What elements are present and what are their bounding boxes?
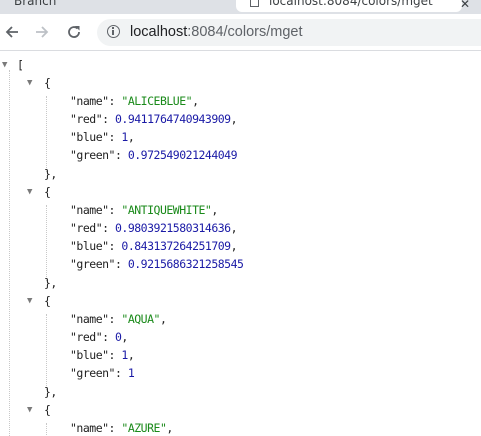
value-green: 1 bbox=[127, 366, 135, 380]
json-line: }, bbox=[44, 167, 57, 181]
browser-toolbar: localhost:8084/colors/mget bbox=[0, 14, 481, 51]
address-bar[interactable]: localhost:8084/colors/mget bbox=[97, 19, 481, 46]
json-line: "green": 0.9215686321258545 bbox=[70, 257, 244, 271]
indent-guide bbox=[46, 423, 47, 436]
json-line: { bbox=[44, 76, 51, 90]
value-blue: 1 bbox=[121, 130, 128, 144]
collapse-caret-icon[interactable]: ▼ bbox=[2, 56, 7, 74]
value-blue: 1 bbox=[121, 348, 128, 362]
back-button[interactable] bbox=[0, 20, 24, 44]
json-line: "name": "AQUA", bbox=[70, 312, 167, 326]
json-line: "name": "ALICEBLUE", bbox=[70, 94, 199, 108]
value-name: "ANTIQUEWHITE" bbox=[121, 203, 212, 217]
tab-colors-mget[interactable]: localhost:8084/colors/mget bbox=[236, 0, 462, 12]
reload-button[interactable] bbox=[62, 20, 86, 44]
json-line: "name": "AZURE", bbox=[70, 421, 173, 435]
json-line: "green": 0.972549021244049 bbox=[70, 148, 238, 162]
json-line: { bbox=[44, 403, 51, 417]
tab-branch[interactable]: Branch bbox=[14, 0, 224, 12]
json-line: "name": "ANTIQUEWHITE", bbox=[70, 203, 218, 217]
collapse-caret-icon[interactable]: ▼ bbox=[27, 292, 32, 310]
value-green: 0.972549021244049 bbox=[127, 148, 238, 162]
url-path: :8084/colors/mget bbox=[187, 24, 303, 40]
collapse-caret-icon[interactable]: ▼ bbox=[27, 74, 32, 92]
json-line: "red": 0.9803921580314636, bbox=[70, 221, 238, 235]
json-viewer: ▼ ▼ ▼ ▼ ▼ [ { "name": "ALICEBLUE", "red"… bbox=[0, 52, 481, 436]
json-line: { bbox=[44, 185, 51, 199]
collapse-caret-icon[interactable]: ▼ bbox=[27, 183, 32, 201]
value-blue: 0.843137264251709 bbox=[121, 239, 231, 253]
close-icon[interactable]: ✕ bbox=[460, 0, 470, 11]
forward-button[interactable] bbox=[30, 20, 54, 44]
info-icon[interactable] bbox=[107, 25, 120, 38]
open-bracket: [ bbox=[17, 58, 24, 72]
value-name: "AQUA" bbox=[121, 312, 160, 326]
indent-guide bbox=[9, 70, 10, 436]
tab-title: Branch bbox=[14, 0, 57, 8]
indent-guide bbox=[46, 314, 47, 390]
value-name: "ALICEBLUE" bbox=[121, 94, 193, 108]
json-line: "blue": 1, bbox=[70, 130, 135, 144]
collapse-caret-icon[interactable]: ▼ bbox=[27, 401, 32, 419]
value-red: 0.9803921580314636 bbox=[114, 221, 231, 235]
json-line: "blue": 1, bbox=[70, 348, 135, 362]
json-line: "green": 1 bbox=[70, 366, 135, 380]
json-line: { bbox=[44, 294, 51, 308]
json-line: }, bbox=[44, 276, 57, 290]
forward-arrow-icon bbox=[36, 26, 49, 38]
tab-strip: Branch localhost:8084/colors/mget ✕ bbox=[0, 0, 481, 14]
back-arrow-icon bbox=[5, 26, 18, 38]
url-host: localhost bbox=[130, 24, 188, 40]
value-red: 0 bbox=[114, 330, 122, 344]
value-name: "AZURE" bbox=[121, 421, 167, 435]
json-line: [ bbox=[17, 56, 24, 74]
json-line: "red": 0, bbox=[70, 330, 128, 344]
page-icon bbox=[250, 0, 259, 7]
value-green: 0.9215686321258545 bbox=[127, 257, 244, 271]
indent-guide bbox=[46, 96, 47, 172]
reload-icon bbox=[68, 26, 80, 38]
json-line: }, bbox=[44, 385, 57, 399]
value-red: 0.9411764740943909 bbox=[114, 112, 231, 126]
url-text[interactable]: localhost:8084/colors/mget bbox=[130, 19, 303, 46]
indent-guide bbox=[46, 205, 47, 281]
json-line: "blue": 0.843137264251709, bbox=[70, 239, 238, 253]
json-line: "red": 0.9411764740943909, bbox=[70, 112, 238, 126]
tab-title: localhost:8084/colors/mget bbox=[269, 0, 433, 8]
